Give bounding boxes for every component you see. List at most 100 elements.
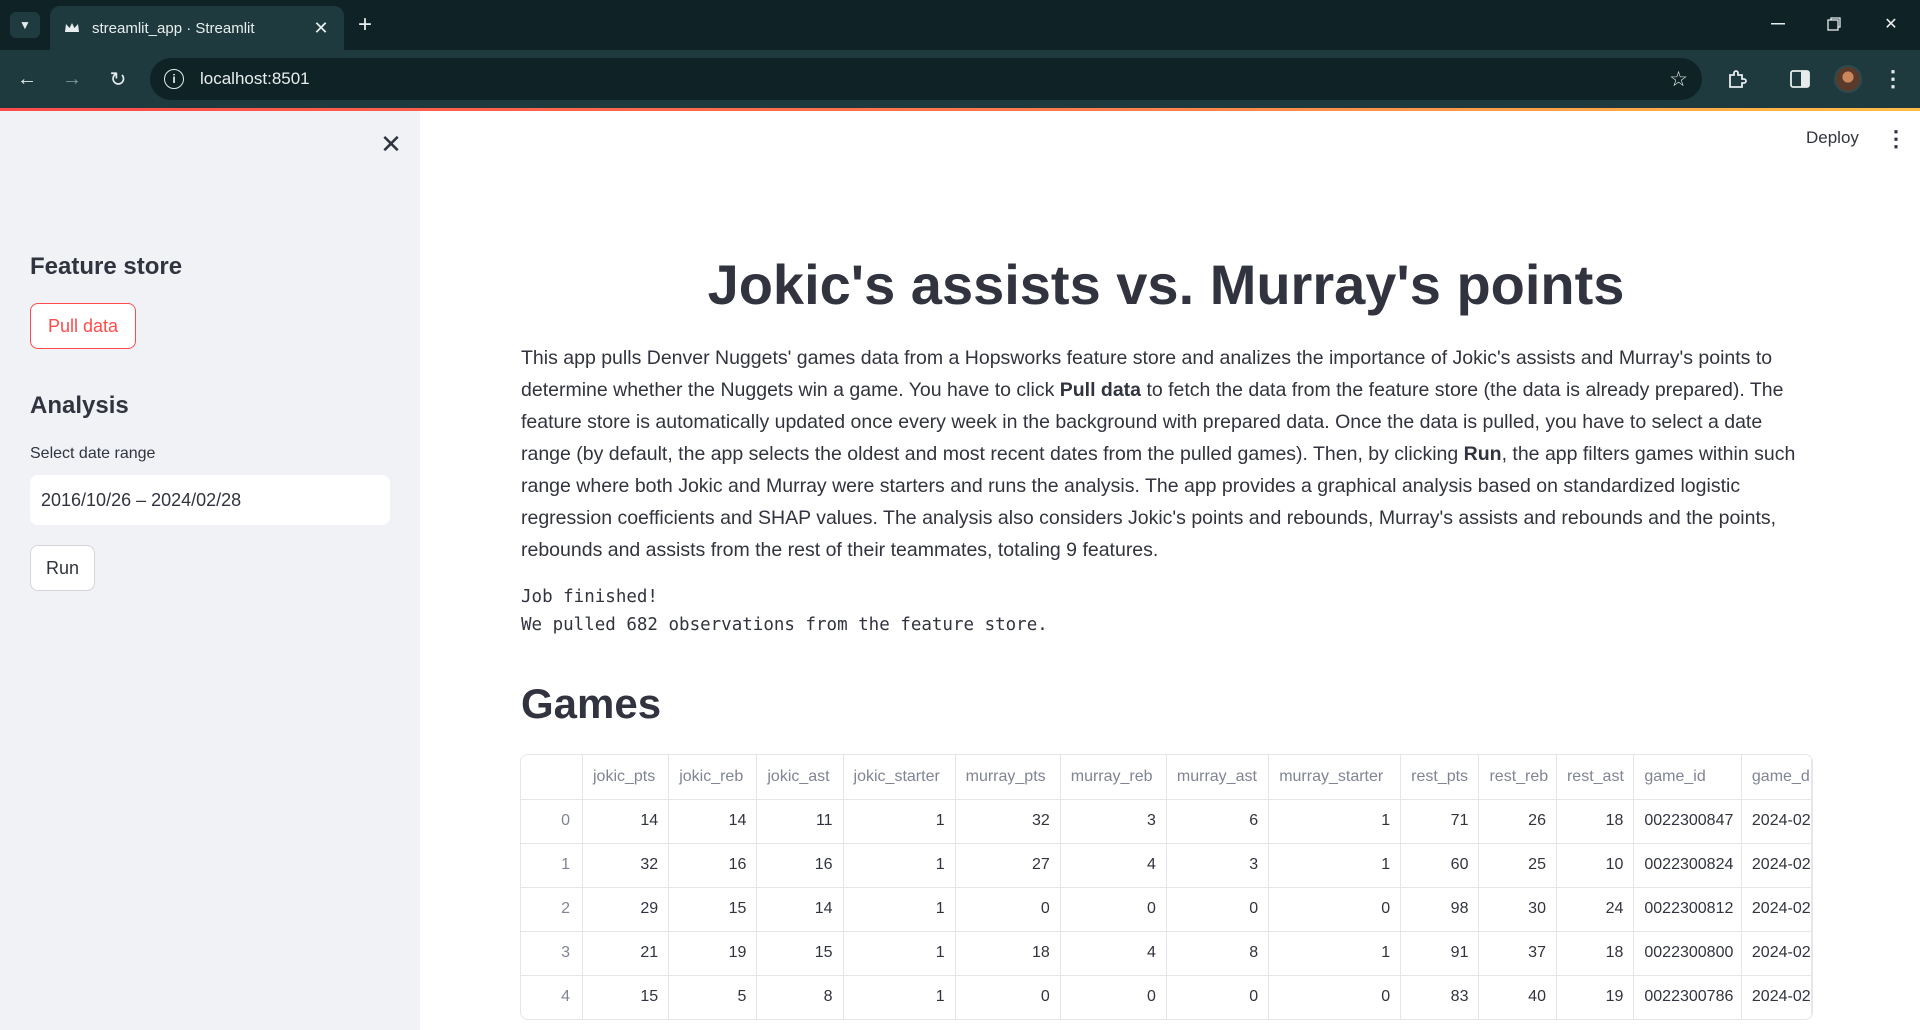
table-cell[interactable]: 1	[843, 887, 956, 932]
table-cell[interactable]: 2024-02	[1741, 887, 1812, 932]
browser-tab[interactable]: streamlit_app · Streamlit ✕	[50, 6, 344, 50]
window-close-icon[interactable]: ✕	[1871, 10, 1911, 38]
date-range-input[interactable]: 2016/10/26 – 2024/02/28	[30, 475, 390, 525]
table-cell[interactable]: 1	[843, 843, 956, 888]
site-info-icon[interactable]: i	[164, 69, 184, 89]
deploy-button[interactable]: Deploy	[1806, 128, 1859, 148]
table-cell[interactable]: 1	[843, 799, 956, 844]
table-cell[interactable]: 2024-02	[1741, 931, 1812, 976]
restore-icon[interactable]	[1814, 10, 1854, 38]
column-header[interactable]: rest_pts	[1400, 755, 1480, 800]
table-cell[interactable]: 1	[1268, 931, 1402, 976]
table-cell[interactable]: 98	[1400, 887, 1480, 932]
column-header[interactable]: jokic_starter	[843, 755, 956, 800]
tab-search-chevron-icon[interactable]: ▼	[10, 12, 40, 38]
table-cell[interactable]: 18	[1556, 931, 1635, 976]
table-cell[interactable]: 15	[756, 931, 844, 976]
table-cell[interactable]: 0	[1060, 975, 1167, 1019]
table-cell[interactable]: 0022300847	[1633, 799, 1742, 844]
table-cell[interactable]: 25	[1478, 843, 1557, 888]
table-cell[interactable]: 71	[1400, 799, 1480, 844]
column-header[interactable]: murray_ast	[1166, 755, 1270, 800]
table-cell[interactable]: 0	[955, 975, 1061, 1019]
table-cell[interactable]: 4	[1060, 843, 1167, 888]
new-tab-plus-icon[interactable]: +	[352, 11, 378, 38]
table-row[interactable]: 3 21 19 15 1 18 4 8 1 91 37 18 0022300800 2024-02	[521, 931, 1812, 976]
table-cell[interactable]: 0	[1166, 975, 1270, 1019]
table-cell[interactable]: 15	[668, 887, 758, 932]
table-cell[interactable]: 0	[1060, 887, 1167, 932]
table-cell[interactable]: 83	[1400, 975, 1480, 1019]
sidebar-close-icon[interactable]: ✕	[378, 129, 404, 159]
table-cell[interactable]: 10	[1556, 843, 1635, 888]
forward-arrow-icon[interactable]: →	[57, 64, 87, 94]
column-header[interactable]: murray_reb	[1060, 755, 1167, 800]
table-cell[interactable]: 2024-02	[1741, 975, 1812, 1019]
table-cell[interactable]: 5	[668, 975, 758, 1019]
table-row[interactable]: 1 32 16 16 1 27 4 3 1 60 25 10 0022300824 2024-02	[521, 843, 1812, 888]
table-cell[interactable]: 24	[1556, 887, 1635, 932]
table-cell[interactable]: 27	[955, 843, 1061, 888]
table-cell[interactable]: 19	[1556, 975, 1635, 1019]
column-header[interactable]: game_d	[1741, 755, 1812, 800]
table-cell[interactable]: 0022300786	[1633, 975, 1742, 1019]
table-cell[interactable]: 26	[1478, 799, 1557, 844]
table-cell[interactable]: 0	[955, 887, 1061, 932]
table-cell[interactable]: 37	[1478, 931, 1557, 976]
column-header[interactable]: jokic_reb	[668, 755, 758, 800]
table-cell[interactable]: 0022300800	[1633, 931, 1742, 976]
table-row[interactable]: 0 14 14 11 1 32 3 6 1 71 26 18 0022300847 2024-02	[521, 799, 1812, 844]
table-cell[interactable]: 40	[1478, 975, 1557, 1019]
table-cell[interactable]: 0	[1166, 887, 1270, 932]
tab-close-icon[interactable]: ✕	[310, 17, 332, 39]
table-cell[interactable]: 14	[756, 887, 844, 932]
table-cell[interactable]: 0022300824	[1633, 843, 1742, 888]
side-panel-icon[interactable]	[1787, 66, 1813, 92]
back-arrow-icon[interactable]: ←	[12, 64, 42, 94]
column-header[interactable]: game_id	[1633, 755, 1742, 800]
table-cell[interactable]: 4	[1060, 931, 1167, 976]
address-bar[interactable]: i localhost:8501 ☆	[150, 58, 1702, 100]
table-cell[interactable]: 18	[955, 931, 1061, 976]
table-cell[interactable]: 29	[582, 887, 670, 932]
table-cell[interactable]: 1	[843, 975, 956, 1019]
table-cell[interactable]: 0	[1268, 887, 1402, 932]
bookmark-star-icon[interactable]: ☆	[1669, 67, 1688, 92]
column-header[interactable]: rest_ast	[1556, 755, 1635, 800]
table-cell[interactable]: 60	[1400, 843, 1480, 888]
table-cell[interactable]: 15	[582, 975, 670, 1019]
table-cell[interactable]: 14	[582, 799, 670, 844]
table-cell[interactable]: 11	[756, 799, 844, 844]
reload-icon[interactable]: ↻	[103, 64, 133, 94]
table-cell[interactable]: 21	[582, 931, 670, 976]
table-cell[interactable]: 8	[1166, 931, 1270, 976]
table-cell[interactable]: 3	[1166, 843, 1270, 888]
table-cell[interactable]: 3	[1060, 799, 1167, 844]
column-header[interactable]: jokic_pts	[582, 755, 670, 800]
pull-data-button[interactable]: Pull data	[30, 303, 136, 349]
games-dataframe[interactable]: jokic_pts jokic_reb jokic_ast jokic_starter…	[520, 754, 1813, 1020]
table-cell[interactable]: 6	[1166, 799, 1270, 844]
table-cell[interactable]: 30	[1478, 887, 1557, 932]
table-cell[interactable]: 91	[1400, 931, 1480, 976]
table-cell[interactable]: 16	[756, 843, 844, 888]
table-cell[interactable]: 32	[582, 843, 670, 888]
table-cell[interactable]: 2024-02	[1741, 843, 1812, 888]
main-menu-kebab-icon[interactable]: ⋮	[1885, 126, 1907, 152]
minimize-icon[interactable]	[1758, 10, 1798, 38]
table-cell[interactable]: 8	[756, 975, 844, 1019]
extensions-puzzle-icon[interactable]	[1724, 66, 1750, 92]
column-header[interactable]: rest_reb	[1478, 755, 1557, 800]
table-cell[interactable]: 16	[668, 843, 758, 888]
table-cell[interactable]: 0022300812	[1633, 887, 1742, 932]
run-button[interactable]: Run	[30, 545, 95, 591]
table-cell[interactable]: 32	[955, 799, 1061, 844]
column-header[interactable]: jokic_ast	[756, 755, 844, 800]
table-cell[interactable]: 1	[843, 931, 956, 976]
table-cell[interactable]: 2024-02	[1741, 799, 1812, 844]
table-cell[interactable]: 14	[668, 799, 758, 844]
table-cell[interactable]: 18	[1556, 799, 1635, 844]
table-row[interactable]: 4 15 5 8 1 0 0 0 0 83 40 19 0022300786 2024-02	[521, 975, 1812, 1019]
table-row[interactable]: 2 29 15 14 1 0 0 0 0 98 30 24 0022300812 2024-02	[521, 887, 1812, 932]
column-header[interactable]: murray_pts	[955, 755, 1061, 800]
